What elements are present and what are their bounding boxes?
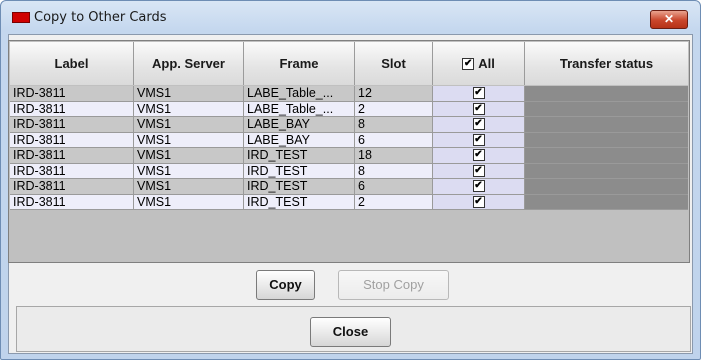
cell-label: IRD-3811 [10,179,134,195]
column-header-all[interactable]: ✔ All [433,42,525,85]
column-header-app-server[interactable]: App. Server [134,42,244,85]
cell-server: VMS1 [134,163,244,179]
cell-slot: 6 [355,132,433,148]
row-checkbox[interactable]: ✔ [472,164,485,177]
row-checkbox[interactable]: ✔ [472,133,485,146]
row-checkbox[interactable]: ✔ [472,102,485,115]
row-checkbox[interactable]: ✔ [472,118,485,131]
cell-server: VMS1 [134,179,244,195]
title-bar[interactable]: Copy to Other Cards ✕ [1,1,700,35]
table-row[interactable]: IRD-3811 VMS1 LABE_BAY 8 ✔ [10,117,688,133]
cell-frame: LABE_BAY [244,117,355,133]
app-icon [12,12,30,23]
window-close-button[interactable]: ✕ [650,10,688,29]
table-row[interactable]: IRD-3811 VMS1 LABE_Table_... 2 ✔ [10,101,688,117]
cell-frame: IRD_TEST [244,163,355,179]
table-row[interactable]: IRD-3811 VMS1 IRD_TEST 6 ✔ [10,179,688,195]
cell-select: ✔ [433,179,525,195]
cell-label: IRD-3811 [10,101,134,117]
cell-frame: IRD_TEST [244,194,355,210]
cell-slot: 8 [355,117,433,133]
cell-slot: 2 [355,101,433,117]
column-header-slot[interactable]: Slot [355,42,433,85]
cell-frame: IRD_TEST [244,179,355,195]
cell-transfer-status [525,194,688,210]
column-header-label[interactable]: Label [10,42,134,85]
table-row[interactable]: IRD-3811 VMS1 IRD_TEST 18 ✔ [10,148,688,164]
cell-server: VMS1 [134,86,244,102]
cell-select: ✔ [433,163,525,179]
window-title: Copy to Other Cards [34,10,167,25]
table-row[interactable]: IRD-3811 VMS1 IRD_TEST 2 ✔ [10,194,688,210]
cell-frame: LABE_Table_... [244,86,355,102]
cell-slot: 6 [355,179,433,195]
table-body: IRD-3811 VMS1 LABE_Table_... 12 ✔ IRD-3811 VMS… [10,86,688,210]
cell-select: ✔ [433,132,525,148]
cell-server: VMS1 [134,194,244,210]
stop-copy-button[interactable]: Stop Copy [338,270,449,300]
cards-table: Label App. Server Frame Slot ✔ All Trans… [8,40,690,263]
cell-select: ✔ [433,194,525,210]
table-row[interactable]: IRD-3811 VMS1 IRD_TEST 8 ✔ [10,163,688,179]
cell-label: IRD-3811 [10,117,134,133]
row-checkbox[interactable]: ✔ [472,195,485,208]
cell-select: ✔ [433,117,525,133]
cell-transfer-status [525,117,688,133]
cell-server: VMS1 [134,148,244,164]
cell-label: IRD-3811 [10,132,134,148]
cell-transfer-status [525,163,688,179]
table-row[interactable]: IRD-3811 VMS1 LABE_Table_... 12 ✔ [10,86,688,102]
cell-transfer-status [525,179,688,195]
select-all-label: All [478,56,495,71]
cell-label: IRD-3811 [10,194,134,210]
cell-slot: 18 [355,148,433,164]
copy-button[interactable]: Copy [256,270,315,300]
cell-frame: LABE_BAY [244,132,355,148]
cell-transfer-status [525,101,688,117]
cell-server: VMS1 [134,101,244,117]
cell-server: VMS1 [134,132,244,148]
cell-transfer-status [525,132,688,148]
column-header-frame[interactable]: Frame [244,42,355,85]
cell-transfer-status [525,148,688,164]
cell-slot: 12 [355,86,433,102]
cell-server: VMS1 [134,117,244,133]
select-all-checkbox[interactable]: ✔ [462,57,475,70]
cell-select: ✔ [433,86,525,102]
cell-frame: IRD_TEST [244,148,355,164]
cell-label: IRD-3811 [10,148,134,164]
cell-label: IRD-3811 [10,86,134,102]
table-row[interactable]: IRD-3811 VMS1 LABE_BAY 6 ✔ [10,132,688,148]
column-header-transfer-status[interactable]: Transfer status [525,42,688,85]
cell-frame: LABE_Table_... [244,101,355,117]
table-header: Label App. Server Frame Slot ✔ All Trans… [10,42,688,85]
close-button[interactable]: Close [310,317,391,347]
cell-label: IRD-3811 [10,163,134,179]
cell-select: ✔ [433,101,525,117]
row-checkbox[interactable]: ✔ [472,149,485,162]
cell-transfer-status [525,86,688,102]
row-checkbox[interactable]: ✔ [472,180,485,193]
cell-select: ✔ [433,148,525,164]
row-checkbox[interactable]: ✔ [472,87,485,100]
cell-slot: 8 [355,163,433,179]
cell-slot: 2 [355,194,433,210]
